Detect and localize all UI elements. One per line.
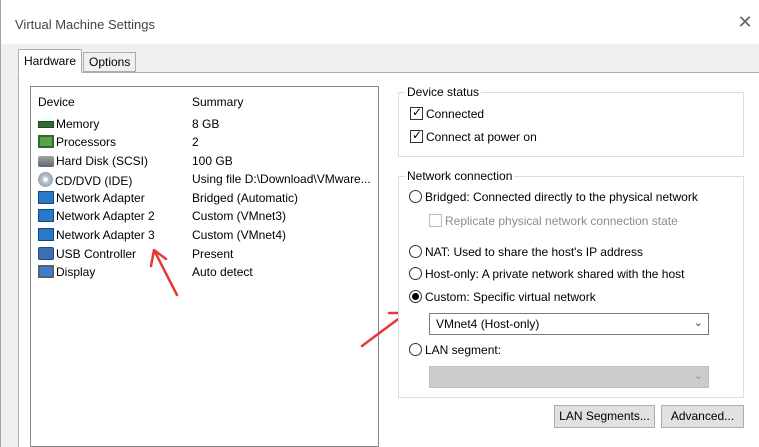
lan-segment-label: LAN segment: — [425, 343, 502, 357]
device-row-memory[interactable]: Memory 8 GB — [31, 116, 378, 134]
bridged-radio[interactable]: Bridged: Connected directly to the physi… — [409, 190, 698, 206]
device-name: Display — [56, 265, 96, 279]
device-summary: Custom (VMnet4) — [192, 228, 287, 242]
checkmark-icon: ✓ — [412, 128, 423, 142]
checkmark-icon: ✓ — [412, 105, 423, 119]
connected-checkbox[interactable]: ✓ Connected — [410, 105, 485, 123]
device-summary: Auto detect — [192, 265, 253, 279]
tab-hardware[interactable]: Hardware — [18, 49, 83, 73]
device-name: USB Controller — [56, 247, 137, 261]
device-row-display[interactable]: Display Auto detect — [31, 264, 378, 282]
device-summary: Present — [192, 247, 234, 261]
lan-segments-button[interactable]: LAN Segments... — [554, 405, 655, 428]
radio-button[interactable] — [409, 343, 422, 356]
device-status-legend: Device status — [405, 85, 482, 99]
device-name: CD/DVD (IDE) — [55, 174, 133, 188]
window-title: Virtual Machine Settings — [15, 17, 155, 32]
device-row-network-adapter-3[interactable]: Network Adapter 3 Custom (VMnet4) — [31, 227, 378, 245]
checkbox-box[interactable]: ✓ — [410, 128, 423, 143]
network-connection-legend: Network connection — [405, 169, 515, 183]
device-list[interactable]: Device Summary Memory 8 GB Processors 2 … — [30, 86, 379, 447]
device-row-network-adapter[interactable]: Network Adapter Bridged (Automatic) — [31, 190, 378, 208]
nat-radio[interactable]: NAT: Used to share the host's IP address — [409, 245, 643, 261]
usb-controller-icon — [38, 247, 54, 260]
radio-button[interactable] — [409, 267, 422, 280]
hard-disk-icon — [38, 156, 54, 167]
custom-radio[interactable]: Custom: Specific virtual network — [409, 290, 596, 306]
device-row-processors[interactable]: Processors 2 — [31, 134, 378, 152]
device-row-usb-controller[interactable]: USB Controller Present — [31, 246, 378, 264]
network-connection-group: Network connection Bridged: Connected di… — [398, 169, 744, 398]
connect-at-power-on-label: Connect at power on — [426, 130, 537, 144]
device-name: Memory — [56, 117, 100, 131]
custom-label: Custom: Specific virtual network — [425, 290, 596, 304]
cd-dvd-icon — [38, 172, 53, 187]
chevron-down-icon: ⌄ — [693, 370, 703, 382]
device-status-group: Device status ✓ Connected ✓ Connect at pow… — [398, 85, 744, 157]
summary-column-header[interactable]: Summary — [192, 95, 243, 111]
network-adapter-icon — [38, 228, 54, 241]
lan-segment-select[interactable]: ⌄ — [429, 366, 709, 388]
network-adapter-icon — [38, 191, 54, 204]
device-row-cd-dvd[interactable]: CD/DVD (IDE) Using file D:\Download\VMwa… — [31, 171, 378, 189]
display-icon — [38, 265, 54, 278]
radio-button[interactable] — [409, 245, 422, 258]
device-name: Network Adapter 2 — [56, 209, 155, 223]
replicate-state-checkbox[interactable]: Replicate physical network connection st… — [429, 214, 678, 230]
device-name: Processors — [56, 135, 117, 149]
device-name: Hard Disk (SCSI) — [56, 154, 149, 168]
device-summary: 8 GB — [192, 117, 220, 131]
radio-selected-dot — [412, 293, 419, 300]
device-summary: 2 — [192, 135, 199, 149]
custom-network-value: VMnet4 (Host-only) — [436, 317, 540, 331]
replicate-state-label: Replicate physical network connection st… — [445, 214, 678, 228]
device-name: Network Adapter — [56, 191, 145, 205]
advanced-button[interactable]: Advanced... — [661, 405, 744, 428]
vm-settings-window: Virtual Machine Settings ✕ Hardware Opti… — [0, 0, 759, 447]
device-row-hard-disk[interactable]: Hard Disk (SCSI) 100 GB — [31, 153, 378, 171]
host-only-label: Host-only: A private network shared with… — [425, 267, 685, 281]
device-summary: 100 GB — [192, 154, 233, 168]
host-only-radio[interactable]: Host-only: A private network shared with… — [409, 267, 684, 283]
nat-label: NAT: Used to share the host's IP address — [425, 245, 643, 259]
connect-at-power-on-checkbox[interactable]: ✓ Connect at power on — [410, 128, 537, 146]
device-summary: Using file D:\Download\VMware... — [192, 172, 371, 186]
custom-network-select[interactable]: VMnet4 (Host-only) ⌄ — [429, 313, 709, 335]
device-name: Network Adapter 3 — [56, 228, 155, 242]
network-adapter-icon — [38, 209, 54, 222]
lan-segment-radio[interactable]: LAN segment: — [409, 343, 501, 359]
device-summary: Custom (VMnet3) — [192, 209, 287, 223]
device-row-network-adapter-2[interactable]: Network Adapter 2 Custom (VMnet3) — [31, 208, 378, 226]
tab-options[interactable]: Options — [83, 52, 137, 72]
device-column-header[interactable]: Device — [38, 95, 75, 111]
chevron-down-icon: ⌄ — [693, 317, 703, 329]
radio-button[interactable] — [409, 190, 422, 203]
memory-icon — [38, 121, 54, 128]
close-icon[interactable]: ✕ — [736, 13, 754, 31]
processor-icon — [38, 135, 54, 148]
device-summary: Bridged (Automatic) — [192, 191, 299, 205]
checkbox-box[interactable]: ✓ — [410, 105, 423, 120]
bridged-label: Bridged: Connected directly to the physi… — [425, 190, 698, 204]
title-bar: Virtual Machine Settings ✕ — [1, 0, 759, 44]
radio-button[interactable] — [409, 290, 422, 303]
connected-label: Connected — [426, 107, 485, 121]
checkbox-box[interactable] — [429, 214, 442, 227]
